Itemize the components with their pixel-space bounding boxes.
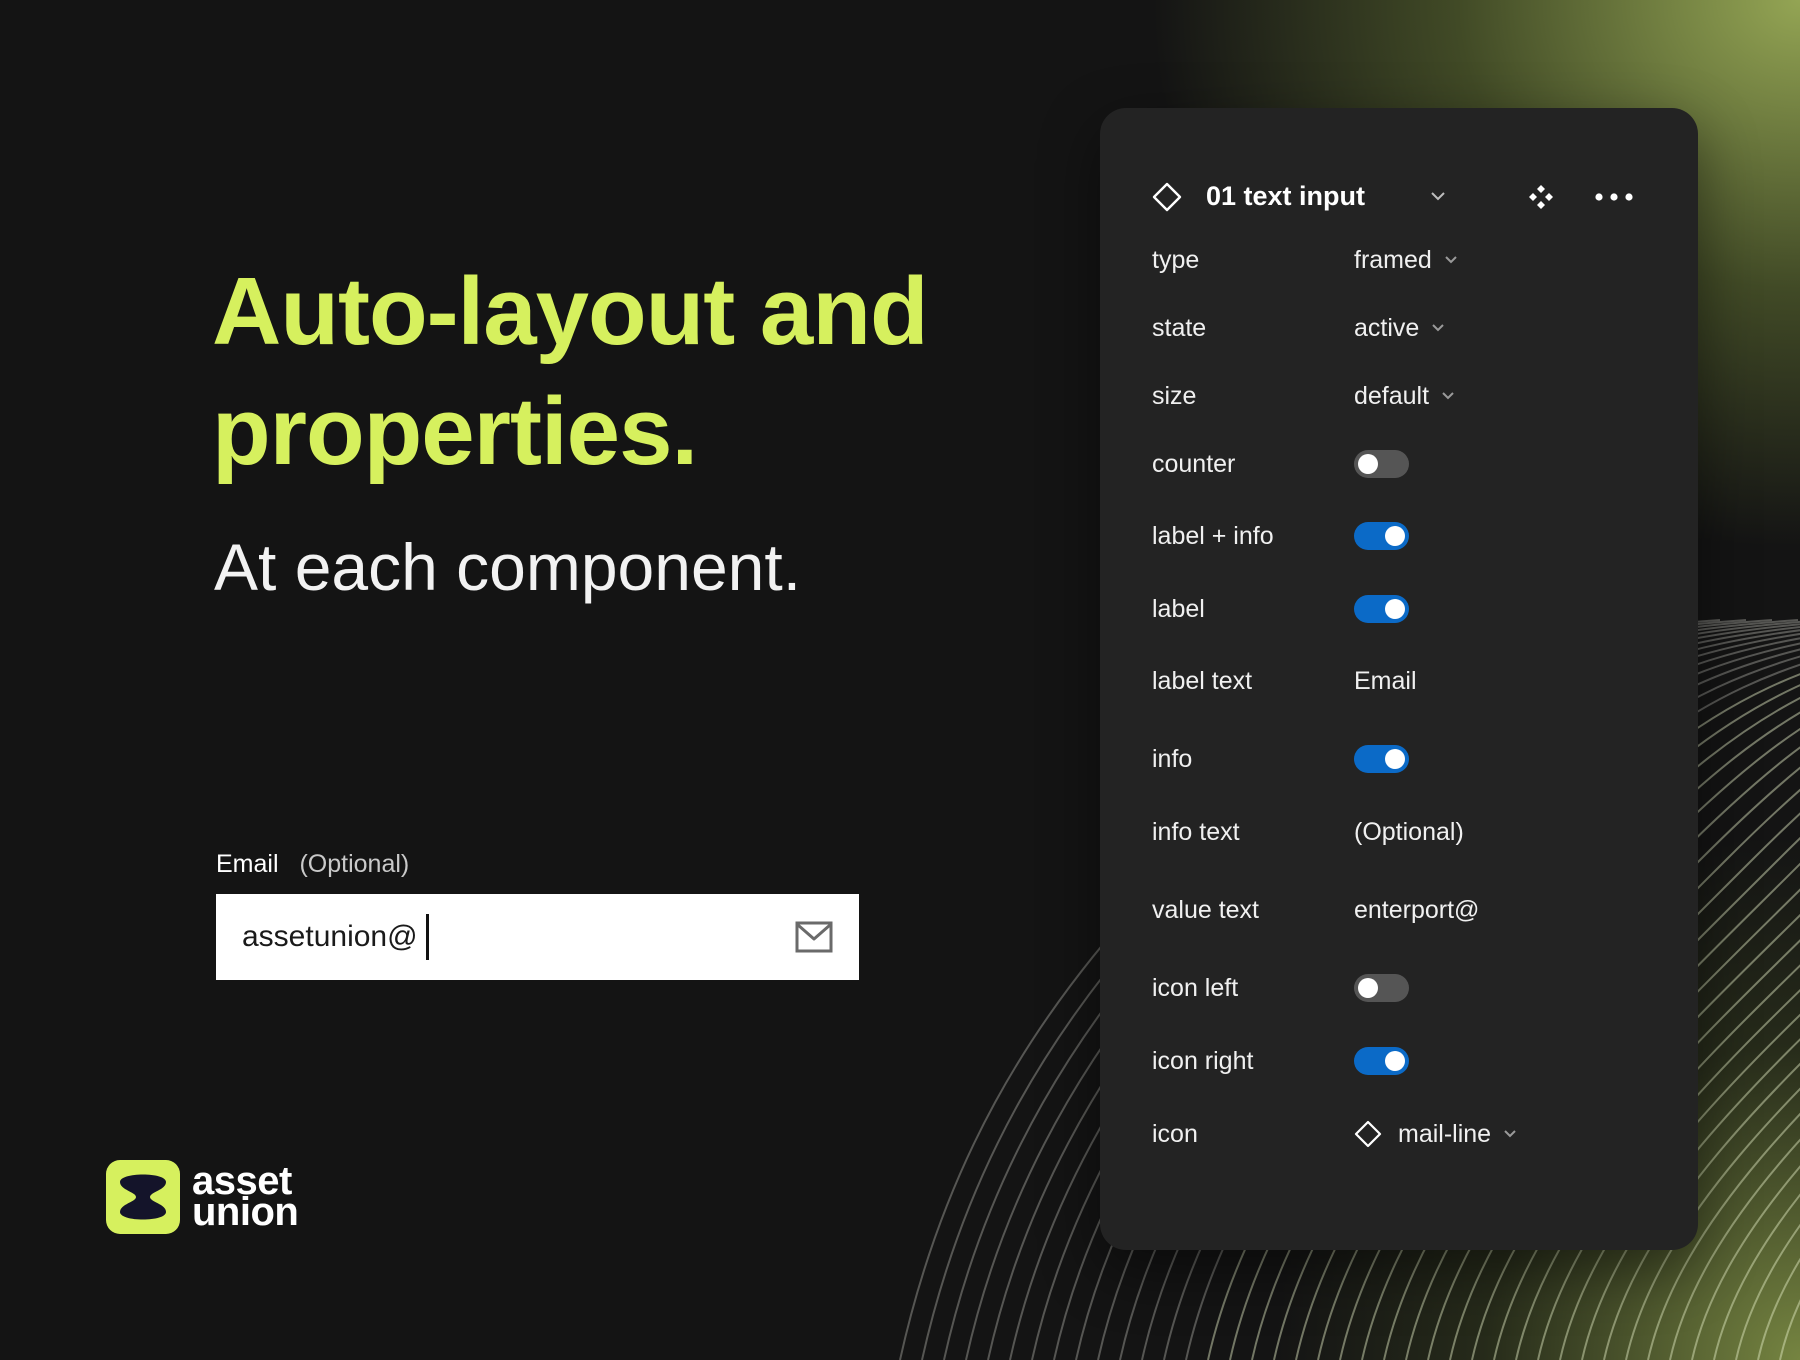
text-caret xyxy=(425,914,429,960)
email-field: Email (Optional) assetunion@ xyxy=(216,846,859,980)
state-dropdown[interactable]: active xyxy=(1354,308,1445,348)
property-label: size xyxy=(1152,382,1197,410)
property-label: icon right xyxy=(1152,1047,1254,1075)
logo-mark-icon xyxy=(106,1160,180,1234)
chevron-down-icon xyxy=(1504,1130,1516,1138)
icon-dropdown[interactable]: mail-line xyxy=(1354,1114,1517,1154)
email-field-info: (Optional) xyxy=(299,850,410,878)
property-label: info text xyxy=(1152,818,1240,846)
toggle-knob xyxy=(1385,599,1405,619)
info-text-value[interactable]: (Optional) xyxy=(1354,812,1464,852)
property-label: value text xyxy=(1152,896,1260,924)
property-label: type xyxy=(1152,246,1200,274)
icon-left-toggle[interactable] xyxy=(1354,974,1409,1002)
label-info-toggle[interactable] xyxy=(1354,522,1409,550)
info-toggle[interactable] xyxy=(1354,745,1409,773)
component-instance-icon xyxy=(1354,1120,1382,1148)
asset-union-logo: asset union xyxy=(106,1160,299,1234)
property-row-label: label xyxy=(1152,589,1652,629)
property-row-counter: counter xyxy=(1152,444,1652,484)
component-name[interactable]: 01 text input xyxy=(1206,166,1365,226)
email-field-label-row: Email (Optional) xyxy=(216,846,859,882)
property-row-info-text: info text (Optional) xyxy=(1152,812,1652,852)
mail-icon xyxy=(795,921,833,953)
chevron-down-icon xyxy=(1442,392,1454,400)
label-toggle[interactable] xyxy=(1354,595,1409,623)
wave-line xyxy=(1779,1299,1800,1360)
icon-right-toggle[interactable] xyxy=(1354,1047,1409,1075)
wave-line xyxy=(1691,1165,1800,1360)
property-row-type: type framed xyxy=(1152,240,1652,280)
property-row-label-info: label + info xyxy=(1152,516,1652,556)
hero-subtitle: At each component. xyxy=(214,530,802,604)
wave-line xyxy=(1713,1193,1800,1360)
dropdown-value: active xyxy=(1354,314,1420,342)
email-field-label: Email xyxy=(216,850,279,878)
components-icon[interactable] xyxy=(1526,182,1556,212)
wave-line xyxy=(1757,1257,1800,1360)
property-row-value-text: value text enterport@ xyxy=(1152,890,1652,930)
toggle-knob xyxy=(1358,454,1378,474)
label-text-value[interactable]: Email xyxy=(1354,661,1417,701)
toggle-knob xyxy=(1385,526,1405,546)
property-label: label text xyxy=(1152,667,1253,695)
property-row-icon: icon mail-line xyxy=(1152,1114,1652,1154)
toggle-knob xyxy=(1385,1051,1405,1071)
more-options-icon[interactable] xyxy=(1594,192,1634,202)
property-row-state: state active xyxy=(1152,308,1652,348)
property-label: state xyxy=(1152,314,1207,342)
property-label: counter xyxy=(1152,450,1236,478)
property-label: icon left xyxy=(1152,974,1239,1002)
property-label: label + info xyxy=(1152,522,1274,550)
hero-title: Auto-layout and properties. xyxy=(212,258,929,485)
value-text-value[interactable]: enterport@ xyxy=(1354,890,1479,930)
property-row-icon-left: icon left xyxy=(1152,968,1652,1008)
logo-line-2: union xyxy=(192,1190,299,1234)
property-label: label xyxy=(1152,595,1205,623)
chevron-down-icon xyxy=(1445,256,1457,264)
logo-wordmark: asset union xyxy=(192,1161,299,1234)
type-dropdown[interactable]: framed xyxy=(1354,240,1458,280)
property-label: icon xyxy=(1152,1120,1198,1148)
toggle-knob xyxy=(1358,978,1378,998)
email-input[interactable]: assetunion@ xyxy=(216,894,859,980)
toggle-knob xyxy=(1385,749,1405,769)
component-instance-icon xyxy=(1152,182,1182,212)
dropdown-value: mail-line xyxy=(1398,1120,1492,1148)
property-row-icon-right: icon right xyxy=(1152,1041,1652,1081)
property-row-info: info xyxy=(1152,739,1652,779)
properties-panel: 01 text input type framed state active s… xyxy=(1100,108,1698,1250)
wave-line xyxy=(1735,1223,1800,1360)
dropdown-value: framed xyxy=(1354,246,1432,274)
dropdown-value: default xyxy=(1354,382,1430,410)
counter-toggle[interactable] xyxy=(1354,450,1409,478)
property-label: info xyxy=(1152,745,1193,773)
email-input-value: assetunion@ xyxy=(242,920,418,953)
property-row-size: size default xyxy=(1152,376,1652,416)
chevron-down-icon xyxy=(1432,324,1445,332)
panel-header: 01 text input xyxy=(1152,166,1642,226)
property-row-label-text: label text Email xyxy=(1152,661,1652,701)
size-dropdown[interactable]: default xyxy=(1354,376,1455,416)
chevron-down-icon[interactable] xyxy=(1430,190,1446,202)
